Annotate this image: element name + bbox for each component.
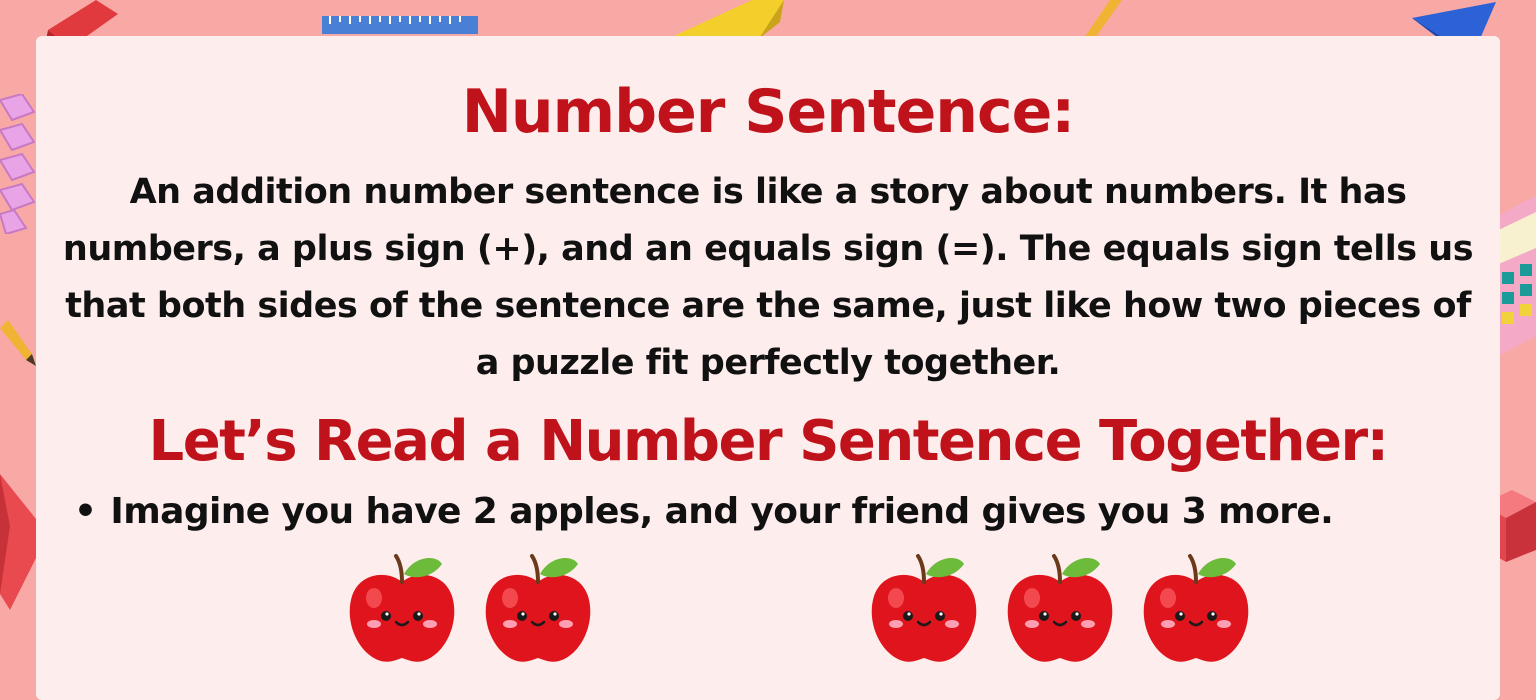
apple-icon — [480, 552, 596, 668]
apple-icon — [866, 552, 982, 668]
section-heading: Let’s Read a Number Sentence Together: — [148, 409, 1389, 474]
apple-icon — [1002, 552, 1118, 668]
ruler-icon — [322, 16, 478, 34]
page-title: Number Sentence: — [461, 77, 1076, 147]
bullet-text: Imagine you have 2 apples, and your frie… — [110, 491, 1334, 532]
pencil-left-icon — [0, 320, 36, 366]
definition-paragraph: An addition number sentence is like a st… — [62, 172, 1474, 383]
apple-icon — [344, 552, 460, 668]
bullet-marker: • — [74, 491, 97, 532]
apple-icon — [1138, 552, 1254, 668]
bullet-item: • Imagine you have 2 apples, and your fri… — [74, 484, 1494, 540]
